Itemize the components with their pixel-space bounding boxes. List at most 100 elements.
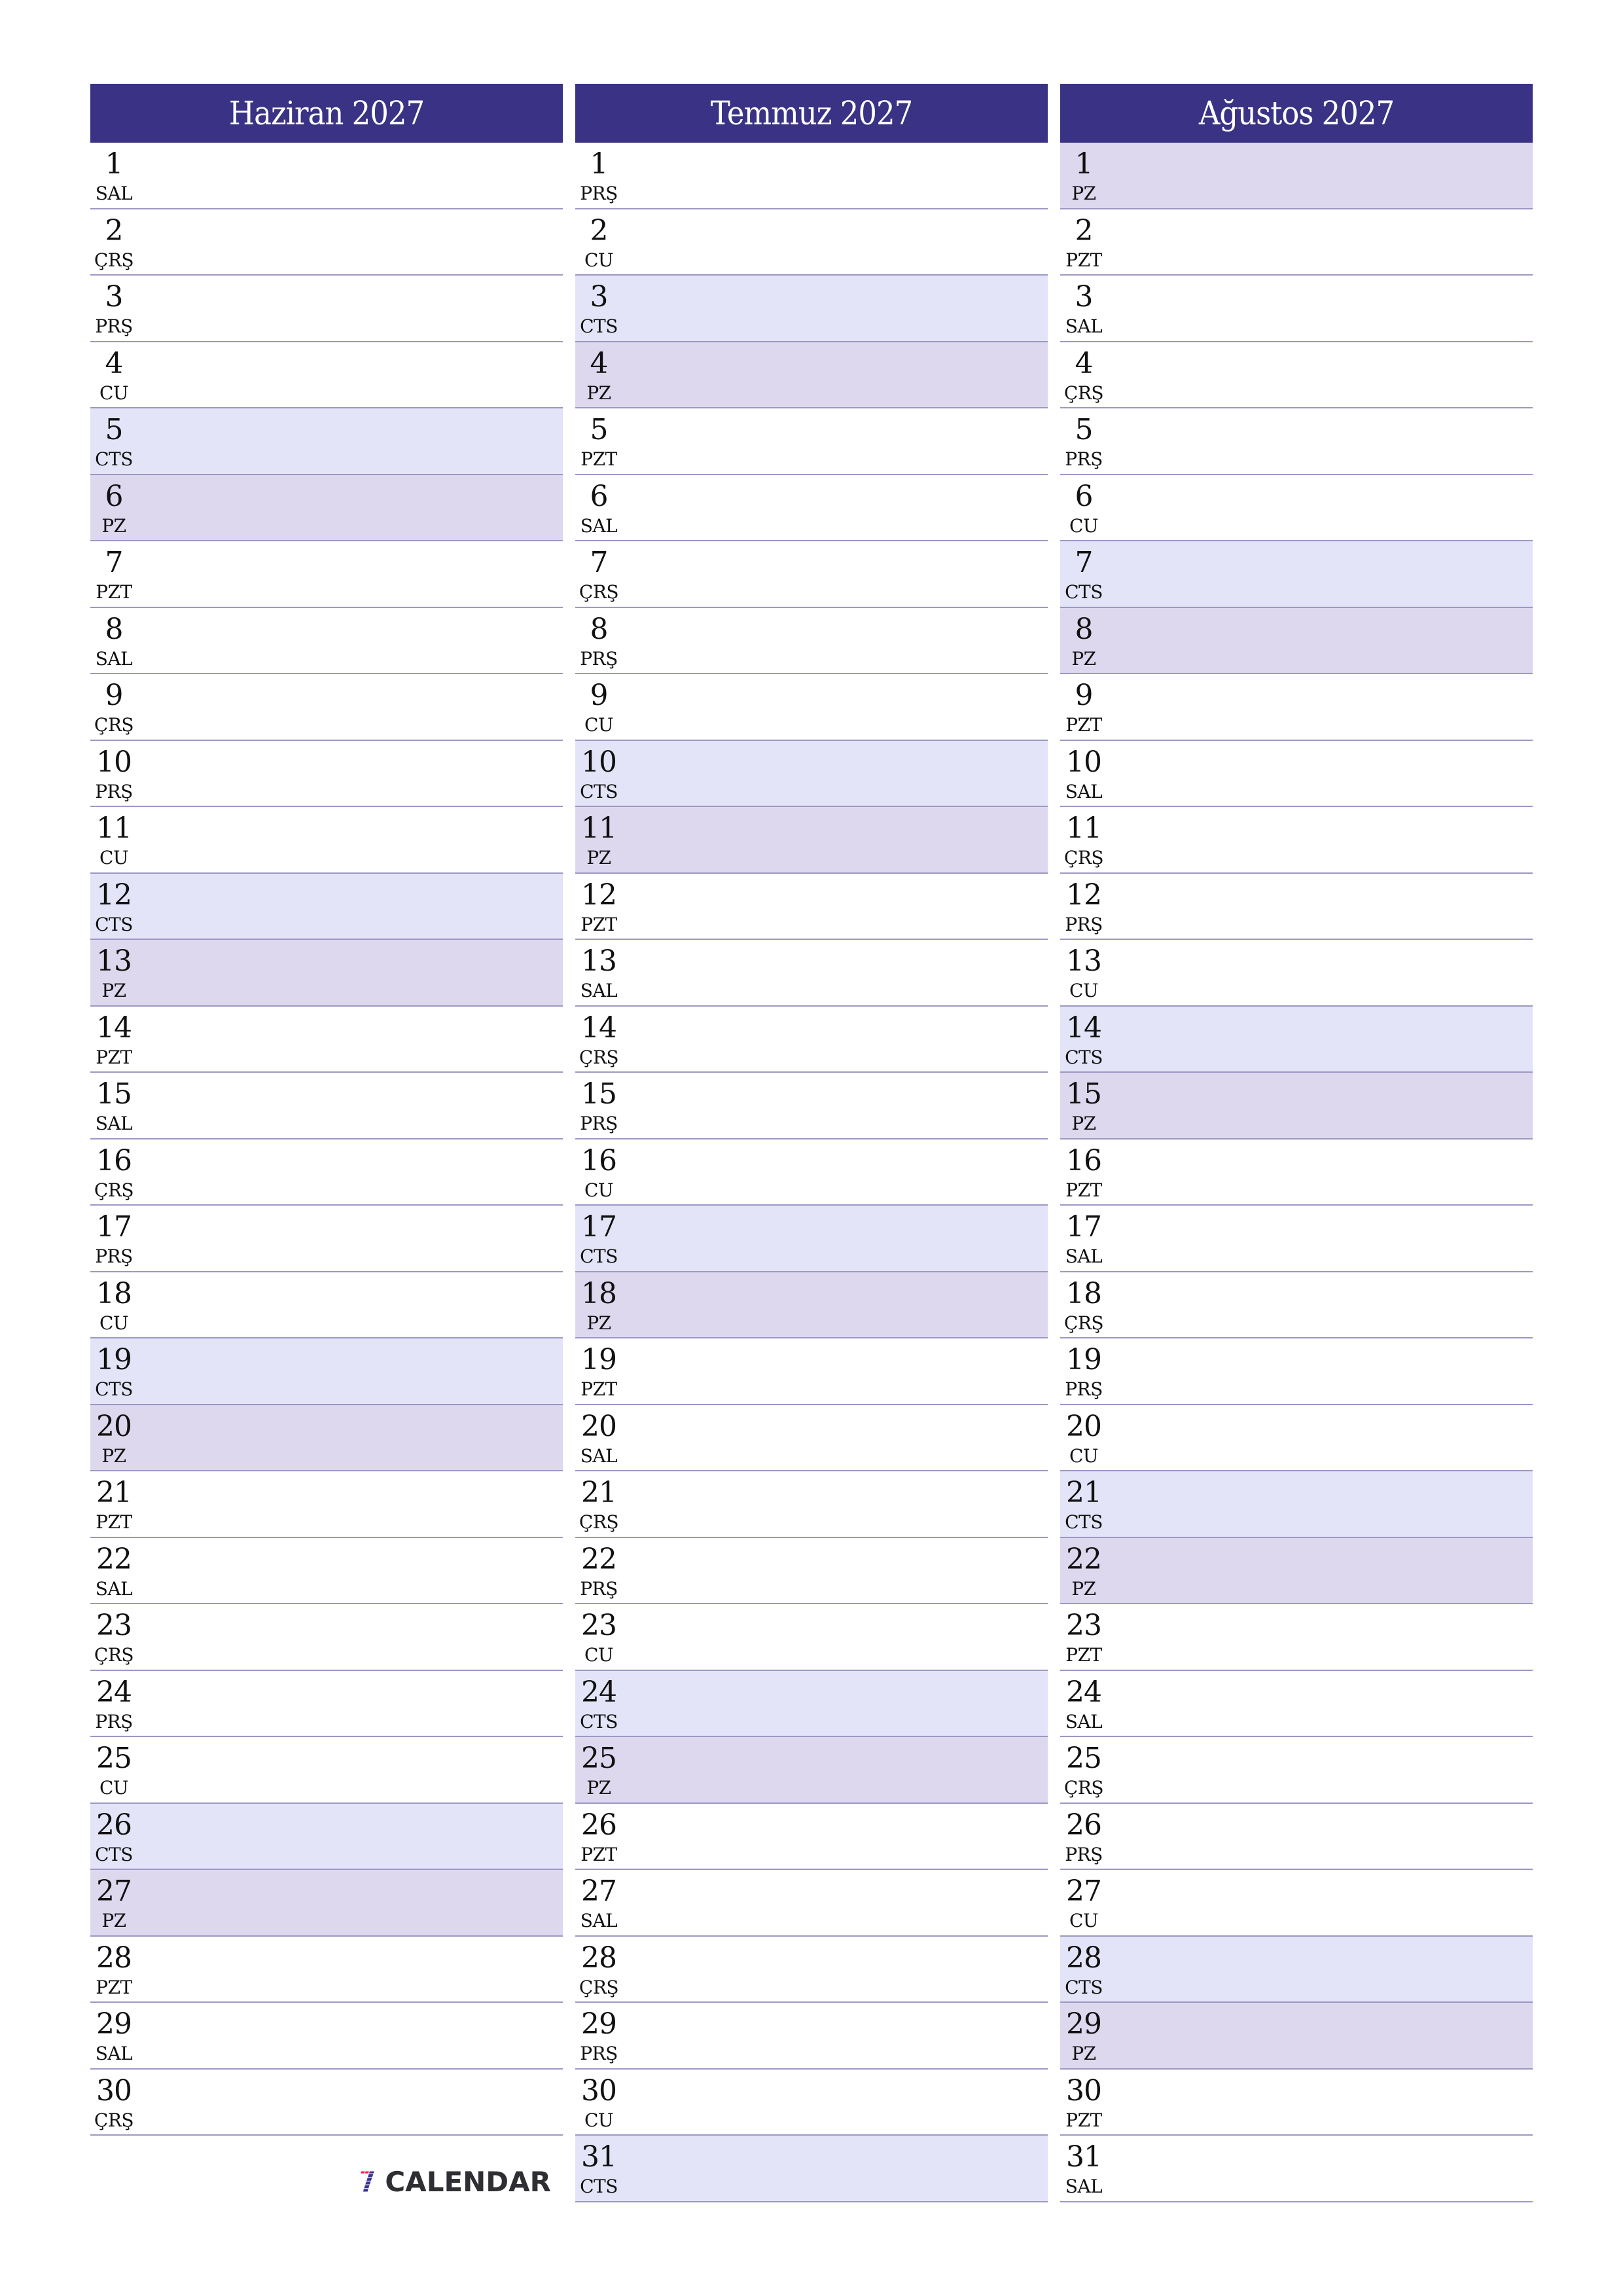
day-row[interactable]: 6 SAL: [575, 475, 1048, 541]
day-row[interactable]: 27 CU: [1060, 1870, 1533, 1937]
day-row[interactable]: 24 PRŞ: [90, 1670, 563, 1737]
day-row[interactable]: 12 PZT: [575, 873, 1048, 940]
day-row[interactable]: 30 ÇRŞ: [90, 2069, 563, 2136]
day-row[interactable]: 2 CU: [575, 209, 1048, 276]
day-row[interactable]: 2 ÇRŞ: [90, 209, 563, 276]
day-row[interactable]: 1 PZ: [1060, 143, 1533, 209]
day-row[interactable]: 4 ÇRŞ: [1060, 342, 1533, 408]
day-row[interactable]: 17 CTS: [575, 1206, 1048, 1272]
day-row[interactable]: 8 SAL: [90, 607, 563, 674]
day-row[interactable]: 18 PZ: [575, 1272, 1048, 1338]
day-row[interactable]: 15 PRŞ: [575, 1073, 1048, 1139]
day-row[interactable]: 5 PZT: [575, 408, 1048, 475]
day-row[interactable]: 30 PZT: [1060, 2069, 1533, 2136]
day-row[interactable]: 2 PZT: [1060, 209, 1533, 276]
day-row[interactable]: 14 CTS: [1060, 1006, 1533, 1073]
day-row[interactable]: 19 PZT: [575, 1338, 1048, 1405]
day-row[interactable]: 19 PRŞ: [1060, 1338, 1533, 1405]
day-row[interactable]: 12 CTS: [90, 873, 563, 940]
day-row[interactable]: 3 SAL: [1060, 276, 1533, 342]
day-row[interactable]: 22 PRŞ: [575, 1537, 1048, 1604]
day-row[interactable]: 23 ÇRŞ: [90, 1604, 563, 1671]
day-row[interactable]: 11 PZ: [575, 807, 1048, 874]
day-row[interactable]: 12 PRŞ: [1060, 873, 1533, 940]
day-row[interactable]: 24 CTS: [575, 1670, 1048, 1737]
day-row[interactable]: 8 PRŞ: [575, 607, 1048, 674]
day-row[interactable]: 29 PZ: [1060, 2003, 1533, 2070]
day-row[interactable]: 20 SAL: [575, 1405, 1048, 1471]
day-row[interactable]: 4 CU: [90, 342, 563, 408]
day-row[interactable]: 29 PRŞ: [575, 2003, 1048, 2070]
day-row[interactable]: 26 CTS: [90, 1803, 563, 1870]
day-row[interactable]: 14 ÇRŞ: [575, 1006, 1048, 1073]
day-row[interactable]: 31 SAL: [1060, 2136, 1533, 2202]
day-row[interactable]: 20 CU: [1060, 1405, 1533, 1471]
day-row[interactable]: 13 PZ: [90, 940, 563, 1007]
day-row[interactable]: 15 PZ: [1060, 1073, 1533, 1139]
day-row[interactable]: 20 PZ: [90, 1405, 563, 1471]
day-row[interactable]: 8 PZ: [1060, 607, 1533, 674]
day-row[interactable]: 25 CU: [90, 1737, 563, 1804]
day-row[interactable]: 23 PZT: [1060, 1604, 1533, 1671]
day-row[interactable]: 11 CU: [90, 807, 563, 874]
day-row[interactable]: 30 CU: [575, 2069, 1048, 2136]
day-row[interactable]: 3 PRŞ: [90, 276, 563, 342]
day-row[interactable]: 9 CU: [575, 674, 1048, 741]
day-row[interactable]: 7 PZT: [90, 541, 563, 608]
day-row[interactable]: 14 PZT: [90, 1006, 563, 1073]
day-row[interactable]: 5 CTS: [90, 408, 563, 475]
day-row[interactable]: 16 ÇRŞ: [90, 1139, 563, 1206]
day-row[interactable]: 7 CTS: [1060, 541, 1533, 608]
day-row[interactable]: 26 PRŞ: [1060, 1803, 1533, 1870]
day-row[interactable]: 23 CU: [575, 1604, 1048, 1671]
day-row[interactable]: 22 PZ: [1060, 1537, 1533, 1604]
day-row[interactable]: 1 PRŞ: [575, 143, 1048, 209]
day-row[interactable]: 3 CTS: [575, 276, 1048, 342]
day-number: 31: [581, 2140, 617, 2174]
day-row[interactable]: 28 CTS: [1060, 1936, 1533, 2003]
day-row[interactable]: 17 SAL: [1060, 1206, 1533, 1272]
day-row[interactable]: 10 SAL: [1060, 740, 1533, 807]
day-row[interactable]: 25 ÇRŞ: [1060, 1737, 1533, 1804]
weekday-label: PZ: [586, 847, 611, 869]
day-number: 23: [96, 1609, 132, 1642]
day-row[interactable]: 9 ÇRŞ: [90, 674, 563, 741]
day-row[interactable]: 13 SAL: [575, 940, 1048, 1007]
day-row[interactable]: 22 SAL: [90, 1537, 563, 1604]
day-row[interactable]: 9 PZT: [1060, 674, 1533, 741]
day-number: 31: [1066, 2140, 1102, 2174]
day-row[interactable]: 24 SAL: [1060, 1670, 1533, 1737]
weekday-label: PZ: [1071, 647, 1096, 670]
day-row[interactable]: 18 CU: [90, 1272, 563, 1338]
day-row[interactable]: 15 SAL: [90, 1073, 563, 1139]
day-row[interactable]: 21 PZT: [90, 1471, 563, 1538]
weekday-label: PRŞ: [580, 1577, 618, 1600]
day-row[interactable]: 18 ÇRŞ: [1060, 1272, 1533, 1338]
day-row[interactable]: 21 ÇRŞ: [575, 1471, 1048, 1538]
day-row[interactable]: 10 PRŞ: [90, 740, 563, 807]
day-row[interactable]: 10 CTS: [575, 740, 1048, 807]
day-row[interactable]: 28 PZT: [90, 1936, 563, 2003]
day-row[interactable]: 31 CTS: [575, 2136, 1048, 2202]
day-row[interactable]: 5 PRŞ: [1060, 408, 1533, 475]
day-row[interactable]: 27 PZ: [90, 1870, 563, 1937]
day-row[interactable]: 16 PZT: [1060, 1139, 1533, 1206]
day-row[interactable]: 19 CTS: [90, 1338, 563, 1405]
day-row[interactable]: 21 CTS: [1060, 1471, 1533, 1538]
day-row[interactable]: 1 SAL: [90, 143, 563, 209]
day-row[interactable]: 7 ÇRŞ: [575, 541, 1048, 608]
day-row[interactable]: 26 PZT: [575, 1803, 1048, 1870]
day-row[interactable]: 4 PZ: [575, 342, 1048, 408]
day-row[interactable]: 6 CU: [1060, 475, 1533, 541]
day-row[interactable]: 11 ÇRŞ: [1060, 807, 1533, 874]
brand-logo[interactable]: CALENDAR: [360, 2155, 551, 2208]
weekday-label: CU: [1069, 1444, 1099, 1467]
day-row[interactable]: 25 PZ: [575, 1737, 1048, 1804]
day-row[interactable]: 29 SAL: [90, 2003, 563, 2070]
day-row[interactable]: 16 CU: [575, 1139, 1048, 1206]
day-row[interactable]: 6 PZ: [90, 475, 563, 541]
day-row[interactable]: 17 PRŞ: [90, 1206, 563, 1272]
day-row[interactable]: 13 CU: [1060, 940, 1533, 1007]
day-row[interactable]: 28 ÇRŞ: [575, 1936, 1048, 2003]
day-row[interactable]: 27 SAL: [575, 1870, 1048, 1937]
